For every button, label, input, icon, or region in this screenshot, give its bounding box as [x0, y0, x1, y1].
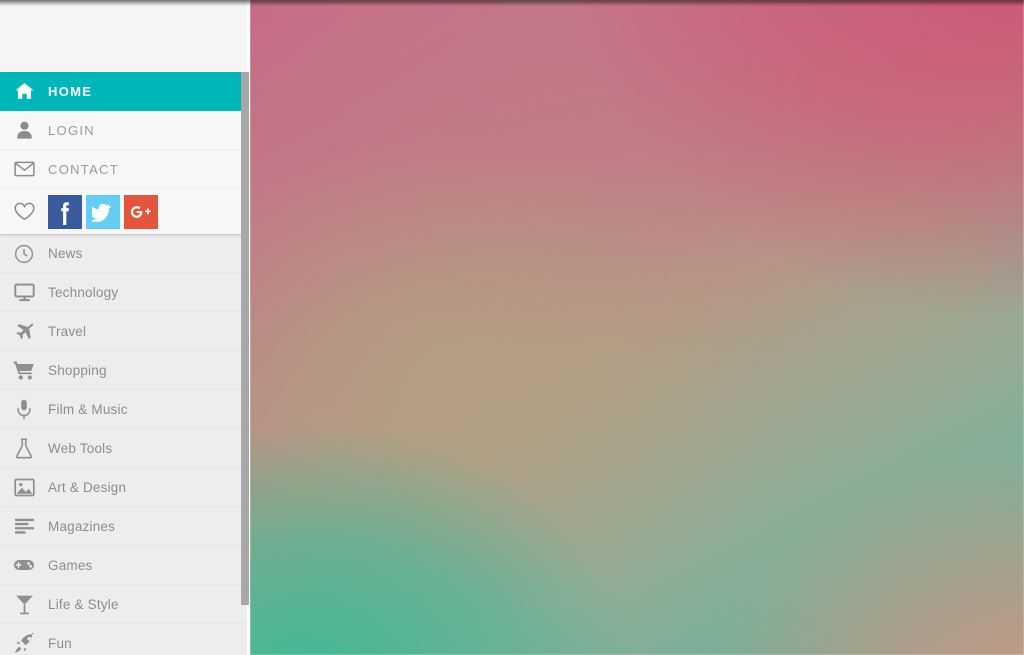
- sidebar-item-magazines[interactable]: Magazines: [0, 507, 247, 546]
- image-icon: [0, 478, 48, 497]
- rocket-icon: [0, 632, 48, 654]
- sidebar-item-home[interactable]: HOME: [0, 72, 247, 111]
- heart-icon: [0, 202, 48, 221]
- social-buttons: [48, 194, 158, 229]
- airplane-icon: [0, 321, 48, 341]
- sidebar-item-login[interactable]: LOGIN: [0, 111, 247, 150]
- content-background-image: [250, 0, 1024, 655]
- sidebar-item-label: Magazines: [48, 518, 116, 534]
- sidebar-item-label: LOGIN: [48, 122, 95, 138]
- sidebar-item-label: Film & Music: [48, 401, 128, 417]
- microphone-icon: [0, 399, 48, 420]
- clock-icon: [0, 244, 48, 264]
- sidebar-item-fun[interactable]: Fun: [0, 624, 247, 655]
- sidebar-item-games[interactable]: Games: [0, 546, 247, 585]
- sidebar-item-shopping[interactable]: Shopping: [0, 351, 247, 390]
- sidebar-item-technology[interactable]: Technology: [0, 273, 247, 312]
- sidebar-scrollbar-track[interactable]: [241, 0, 250, 655]
- sidebar-item-label: CONTACT: [48, 161, 119, 177]
- sidebar-item-label: Fun: [48, 635, 72, 651]
- home-icon: [0, 82, 48, 100]
- sidebar-top-panel: HOME LOGIN CONTACT: [0, 0, 247, 234]
- sidebar-social-row: [0, 189, 247, 234]
- sidebar-item-art-design[interactable]: Art & Design: [0, 468, 247, 507]
- twitter-icon[interactable]: [86, 194, 120, 229]
- align-left-icon: [0, 518, 48, 535]
- monitor-icon: [0, 283, 48, 302]
- sidebar-item-label: News: [48, 246, 83, 261]
- sidebar-item-news[interactable]: News: [0, 234, 247, 273]
- sidebar-item-label: Shopping: [48, 362, 107, 378]
- shopping-cart-icon: [0, 360, 48, 380]
- sidebar: HOME LOGIN CONTACT News Technology Trave…: [0, 0, 250, 655]
- facebook-icon[interactable]: [48, 194, 82, 229]
- sidebar-brand-area: [0, 0, 247, 72]
- sidebar-item-label: Travel: [48, 323, 87, 339]
- sidebar-item-web-tools[interactable]: Web Tools: [0, 429, 247, 468]
- sidebar-item-label: HOME: [48, 83, 93, 99]
- sidebar-item-label: Technology: [48, 284, 119, 300]
- envelope-icon: [0, 161, 48, 177]
- sidebar-item-label: Games: [48, 557, 93, 573]
- sidebar-scrollbar-thumb[interactable]: [241, 72, 249, 605]
- sidebar-item-label: Life & Style: [48, 596, 119, 612]
- sidebar-item-film-music[interactable]: Film & Music: [0, 390, 247, 429]
- app-root: HOME LOGIN CONTACT News Technology Trave…: [0, 0, 1024, 655]
- sidebar-item-life-style[interactable]: Life & Style: [0, 585, 247, 624]
- sidebar-item-label: Web Tools: [48, 440, 113, 456]
- flask-icon: [0, 437, 48, 459]
- googleplus-icon[interactable]: [124, 194, 158, 229]
- gamepad-icon: [0, 558, 48, 572]
- sidebar-category-list: News Technology Travel Shopping Film & M…: [0, 234, 247, 655]
- sidebar-item-travel[interactable]: Travel: [0, 312, 247, 351]
- sidebar-item-label: Art & Design: [48, 479, 127, 495]
- cocktail-icon: [0, 594, 48, 615]
- user-icon: [0, 121, 48, 139]
- sidebar-item-contact[interactable]: CONTACT: [0, 150, 247, 189]
